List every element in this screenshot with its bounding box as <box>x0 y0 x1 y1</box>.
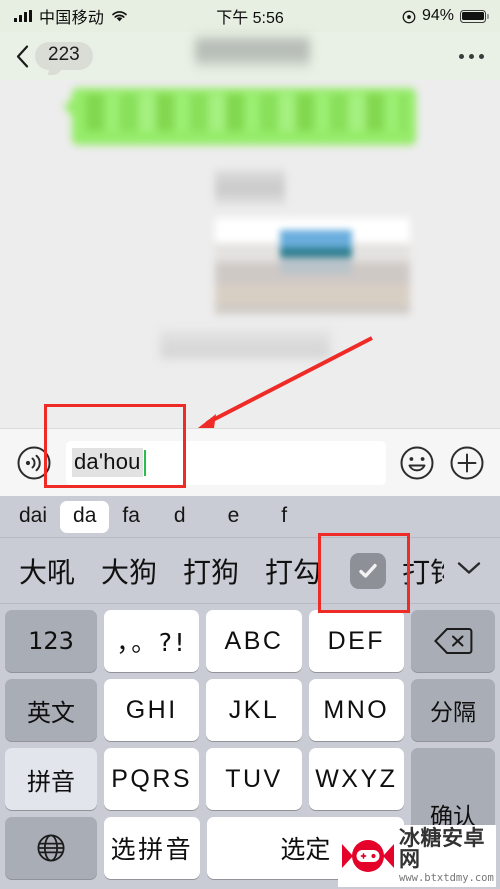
candidate-item-clipped[interactable]: 打钩 <box>402 551 444 591</box>
watermark-text: 冰糖安卓网 www.btxtdmy.com <box>399 828 494 884</box>
key-123[interactable]: 123 <box>5 610 97 672</box>
pinyin-segment[interactable]: f <box>260 501 308 533</box>
plus-circle-icon[interactable] <box>448 444 486 482</box>
key-wxyz[interactable]: WXYZ <box>308 748 404 810</box>
keyboard-row-1: 123 ，。?! ABC DEF <box>5 610 404 672</box>
key-jkl[interactable]: JKL <box>206 679 302 741</box>
phone-screen: 中国移动 下午 5:56 94% 223 da'hou dai da fa d … <box>0 0 500 889</box>
key-globe[interactable] <box>5 817 97 879</box>
status-bar-right: 94% <box>402 7 489 25</box>
voice-input-icon[interactable] <box>14 443 54 483</box>
watermark: 冰糖安卓网 www.btxtdmy.com <box>338 825 496 887</box>
key-pinyin-mode[interactable]: 拼音 <box>5 748 97 810</box>
battery-icon <box>460 9 489 23</box>
candidate-item[interactable]: 大狗 <box>88 551 170 591</box>
outgoing-message-bubble[interactable] <box>72 88 416 145</box>
key-separator[interactable]: 分隔 <box>411 679 495 741</box>
chat-message-list[interactable] <box>0 80 500 428</box>
key-select-pinyin[interactable]: 选拼音 <box>104 817 200 879</box>
back-chevron-icon[interactable] <box>16 45 29 68</box>
blurred-message-content <box>215 170 285 205</box>
keyboard-row-3: 拼音 PQRS TUV WXYZ <box>5 748 404 810</box>
chevron-down-icon[interactable] <box>444 560 494 581</box>
emoji-smiley-icon[interactable] <box>398 444 436 482</box>
unread-count-badge[interactable]: 223 <box>35 42 93 70</box>
blurred-message-row <box>160 330 330 358</box>
pinyin-segment[interactable]: e <box>207 501 261 533</box>
candidate-checkmark-emoji[interactable] <box>350 552 387 589</box>
pinyin-segment[interactable]: dai <box>6 501 60 533</box>
carrier-label: 中国移动 <box>39 10 105 27</box>
status-bar: 中国移动 下午 5:56 94% <box>0 0 500 32</box>
watermark-site-name: 冰糖安卓网 <box>399 826 485 872</box>
battery-percent-label: 94% <box>421 7 454 24</box>
composing-pinyin-text: da'hou <box>72 448 143 477</box>
key-english-mode[interactable]: 英文 <box>5 679 97 741</box>
candidate-item[interactable]: 打狗 <box>170 551 252 591</box>
key-backspace[interactable] <box>411 610 495 672</box>
key-mno[interactable]: MNO <box>308 679 404 741</box>
candidate-row: 大吼 大狗 打狗 打勾 打钩 <box>0 538 500 604</box>
alarm-clock-icon <box>402 9 416 24</box>
signal-bars-icon <box>14 10 32 22</box>
key-def[interactable]: DEF <box>308 610 404 672</box>
status-bar-left: 中国移动 <box>14 4 128 28</box>
key-tuv[interactable]: TUV <box>206 748 302 810</box>
watermark-url: www.btxtdmy.com <box>399 872 494 885</box>
pinyin-segment[interactable]: d <box>153 501 207 533</box>
more-dots-icon[interactable] <box>459 53 484 59</box>
key-pqrs[interactable]: PQRS <box>104 748 200 810</box>
key-ghi[interactable]: GHI <box>104 679 200 741</box>
candy-gamepad-logo-icon <box>342 836 394 876</box>
wifi-icon <box>111 10 128 23</box>
pinyin-segment-row: dai da fa d e f <box>0 496 500 538</box>
keyboard-row-2: 英文 GHI JKL MNO <box>5 679 404 741</box>
pinyin-segment[interactable]: fa <box>109 501 153 533</box>
candidate-item[interactable]: 大吼 <box>6 551 88 591</box>
nav-bar: 223 <box>0 32 500 80</box>
key-punctuation[interactable]: ，。?! <box>104 610 200 672</box>
pinyin-segment-active[interactable]: da <box>60 500 110 533</box>
chat-input-bar: da'hou <box>0 428 500 496</box>
globe-icon <box>34 831 68 865</box>
image-message-thumbnail[interactable] <box>280 230 352 274</box>
page-title <box>195 34 310 74</box>
candidate-item[interactable]: 打勾 <box>252 551 334 591</box>
backspace-icon <box>433 626 473 656</box>
text-caret <box>143 449 147 476</box>
key-abc[interactable]: ABC <box>206 610 302 672</box>
message-text-input[interactable]: da'hou <box>66 440 386 485</box>
